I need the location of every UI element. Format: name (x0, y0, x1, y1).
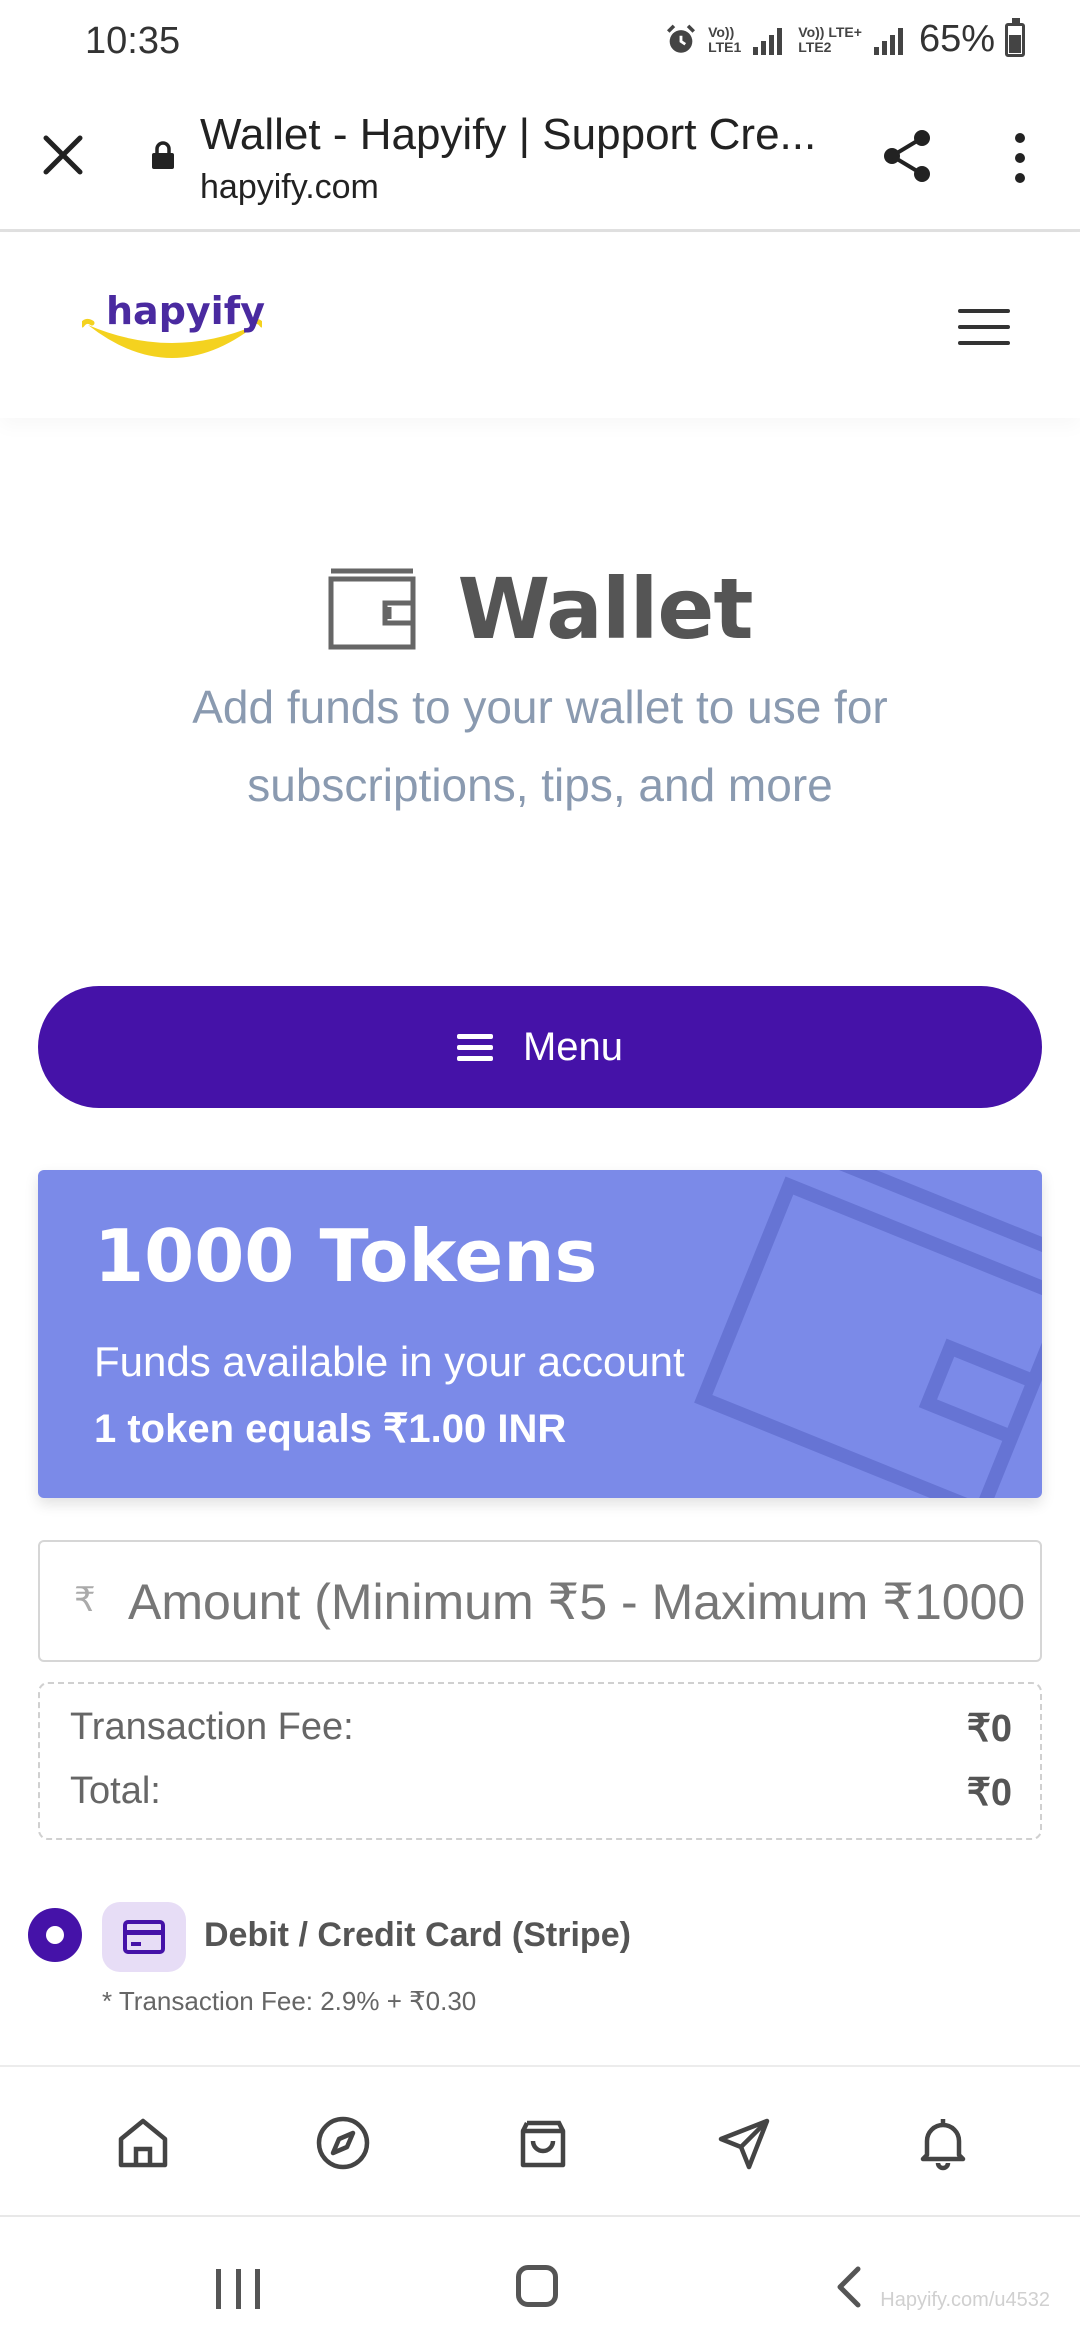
menu-button[interactable]: Menu (38, 986, 1042, 1108)
total-value: ₹0 (966, 1772, 1012, 1814)
transaction-fee-row: Transaction Fee: ₹0 (70, 1706, 1012, 1751)
network1-label: Vo)) LTE1 (708, 23, 742, 55)
messages-tab[interactable] (715, 2113, 775, 2173)
battery-percent: 65% (918, 18, 995, 60)
send-icon (718, 2118, 770, 2170)
transaction-fee-label: Transaction Fee: (70, 1706, 354, 1748)
compass-icon (316, 2116, 370, 2170)
shopping-bag-icon (520, 2120, 566, 2168)
system-navigation-bar: Hapyify.com/u4532 (0, 2215, 1080, 2340)
credit-card-icon-badge (102, 1902, 186, 1972)
token-balance: 1000 Tokens (94, 1214, 598, 1298)
notifications-tab[interactable] (913, 2113, 973, 2173)
bell-icon (920, 2119, 966, 2171)
explore-tab[interactable] (313, 2113, 373, 2173)
payment-option-stripe[interactable]: Debit / Credit Card (Stripe) * Transacti… (28, 1902, 1048, 2022)
menu-icon (456, 1028, 493, 1067)
back-icon[interactable] (830, 2265, 870, 2309)
share-icon[interactable] (878, 126, 938, 186)
home-button-icon[interactable] (516, 2265, 558, 2307)
site-header: hapyify (0, 233, 1080, 418)
status-icons: Vo)) LTE1 Vo)) LTE+ LTE2 65% (664, 17, 1025, 61)
payment-radio[interactable] (28, 1908, 82, 1962)
home-icon (118, 2118, 168, 2168)
wallet-title: Wallet (457, 560, 753, 658)
url-domain[interactable]: hapyify.com (200, 168, 379, 207)
page-title[interactable]: Wallet - Hapyify | Support Cre... (200, 110, 830, 160)
total-row: Total: ₹0 (70, 1770, 1012, 1815)
wallet-watermark-icon (694, 1170, 1042, 1498)
bottom-tab-bar (0, 2065, 1080, 2215)
total-label: Total: (70, 1770, 161, 1812)
close-icon[interactable] (38, 130, 88, 180)
hamburger-menu-icon[interactable] (958, 309, 1010, 349)
network2-label: Vo)) LTE+ LTE2 (798, 23, 862, 55)
watermark-text: Hapyify.com/u4532 (880, 2289, 1050, 2311)
battery-icon (1005, 17, 1025, 57)
more-options-icon[interactable] (1010, 130, 1030, 186)
status-bar: 10:35 Vo)) LTE1 Vo)) LTE+ LTE2 65% (0, 0, 1080, 90)
credit-card-icon (123, 1920, 165, 1954)
fee-summary: Transaction Fee: ₹0 Total: ₹0 (38, 1682, 1042, 1840)
amount-input[interactable] (128, 1562, 1028, 1642)
status-time: 10:35 (85, 20, 181, 62)
rupee-icon: ₹ (74, 1580, 96, 1620)
shop-tab[interactable] (513, 2113, 573, 2173)
hapyify-logo[interactable]: hapyify (82, 289, 265, 369)
signal-strength-2-icon (873, 25, 903, 55)
logo-text: hapyify (106, 289, 265, 333)
wallet-subtitle: Add funds to your wallet to use for subs… (192, 681, 888, 811)
funds-available-label: Funds available in your account (94, 1338, 685, 1385)
payment-fee-note: * Transaction Fee: 2.9% + ₹0.30 (102, 1986, 477, 2016)
payment-option-label: Debit / Credit Card (Stripe) (204, 1916, 631, 1954)
lock-icon (152, 141, 174, 169)
home-tab[interactable] (113, 2113, 173, 2173)
transaction-fee-value: ₹0 (966, 1708, 1012, 1750)
signal-strength-icon (753, 25, 783, 55)
browser-toolbar: Wallet - Hapyify | Support Cre... hapyif… (0, 90, 1080, 232)
tokens-balance-card: 1000 Tokens Funds available in your acco… (38, 1170, 1042, 1498)
recents-icon[interactable] (216, 2269, 260, 2309)
page-heading: Wallet (0, 560, 1080, 658)
wallet-icon (328, 568, 416, 650)
menu-button-label: Menu (522, 1024, 624, 1069)
amount-input-wrapper: ₹ (38, 1540, 1042, 1662)
token-rate: 1 token equals ₹1.00 INR (94, 1407, 567, 1451)
alarm-icon (667, 24, 696, 53)
